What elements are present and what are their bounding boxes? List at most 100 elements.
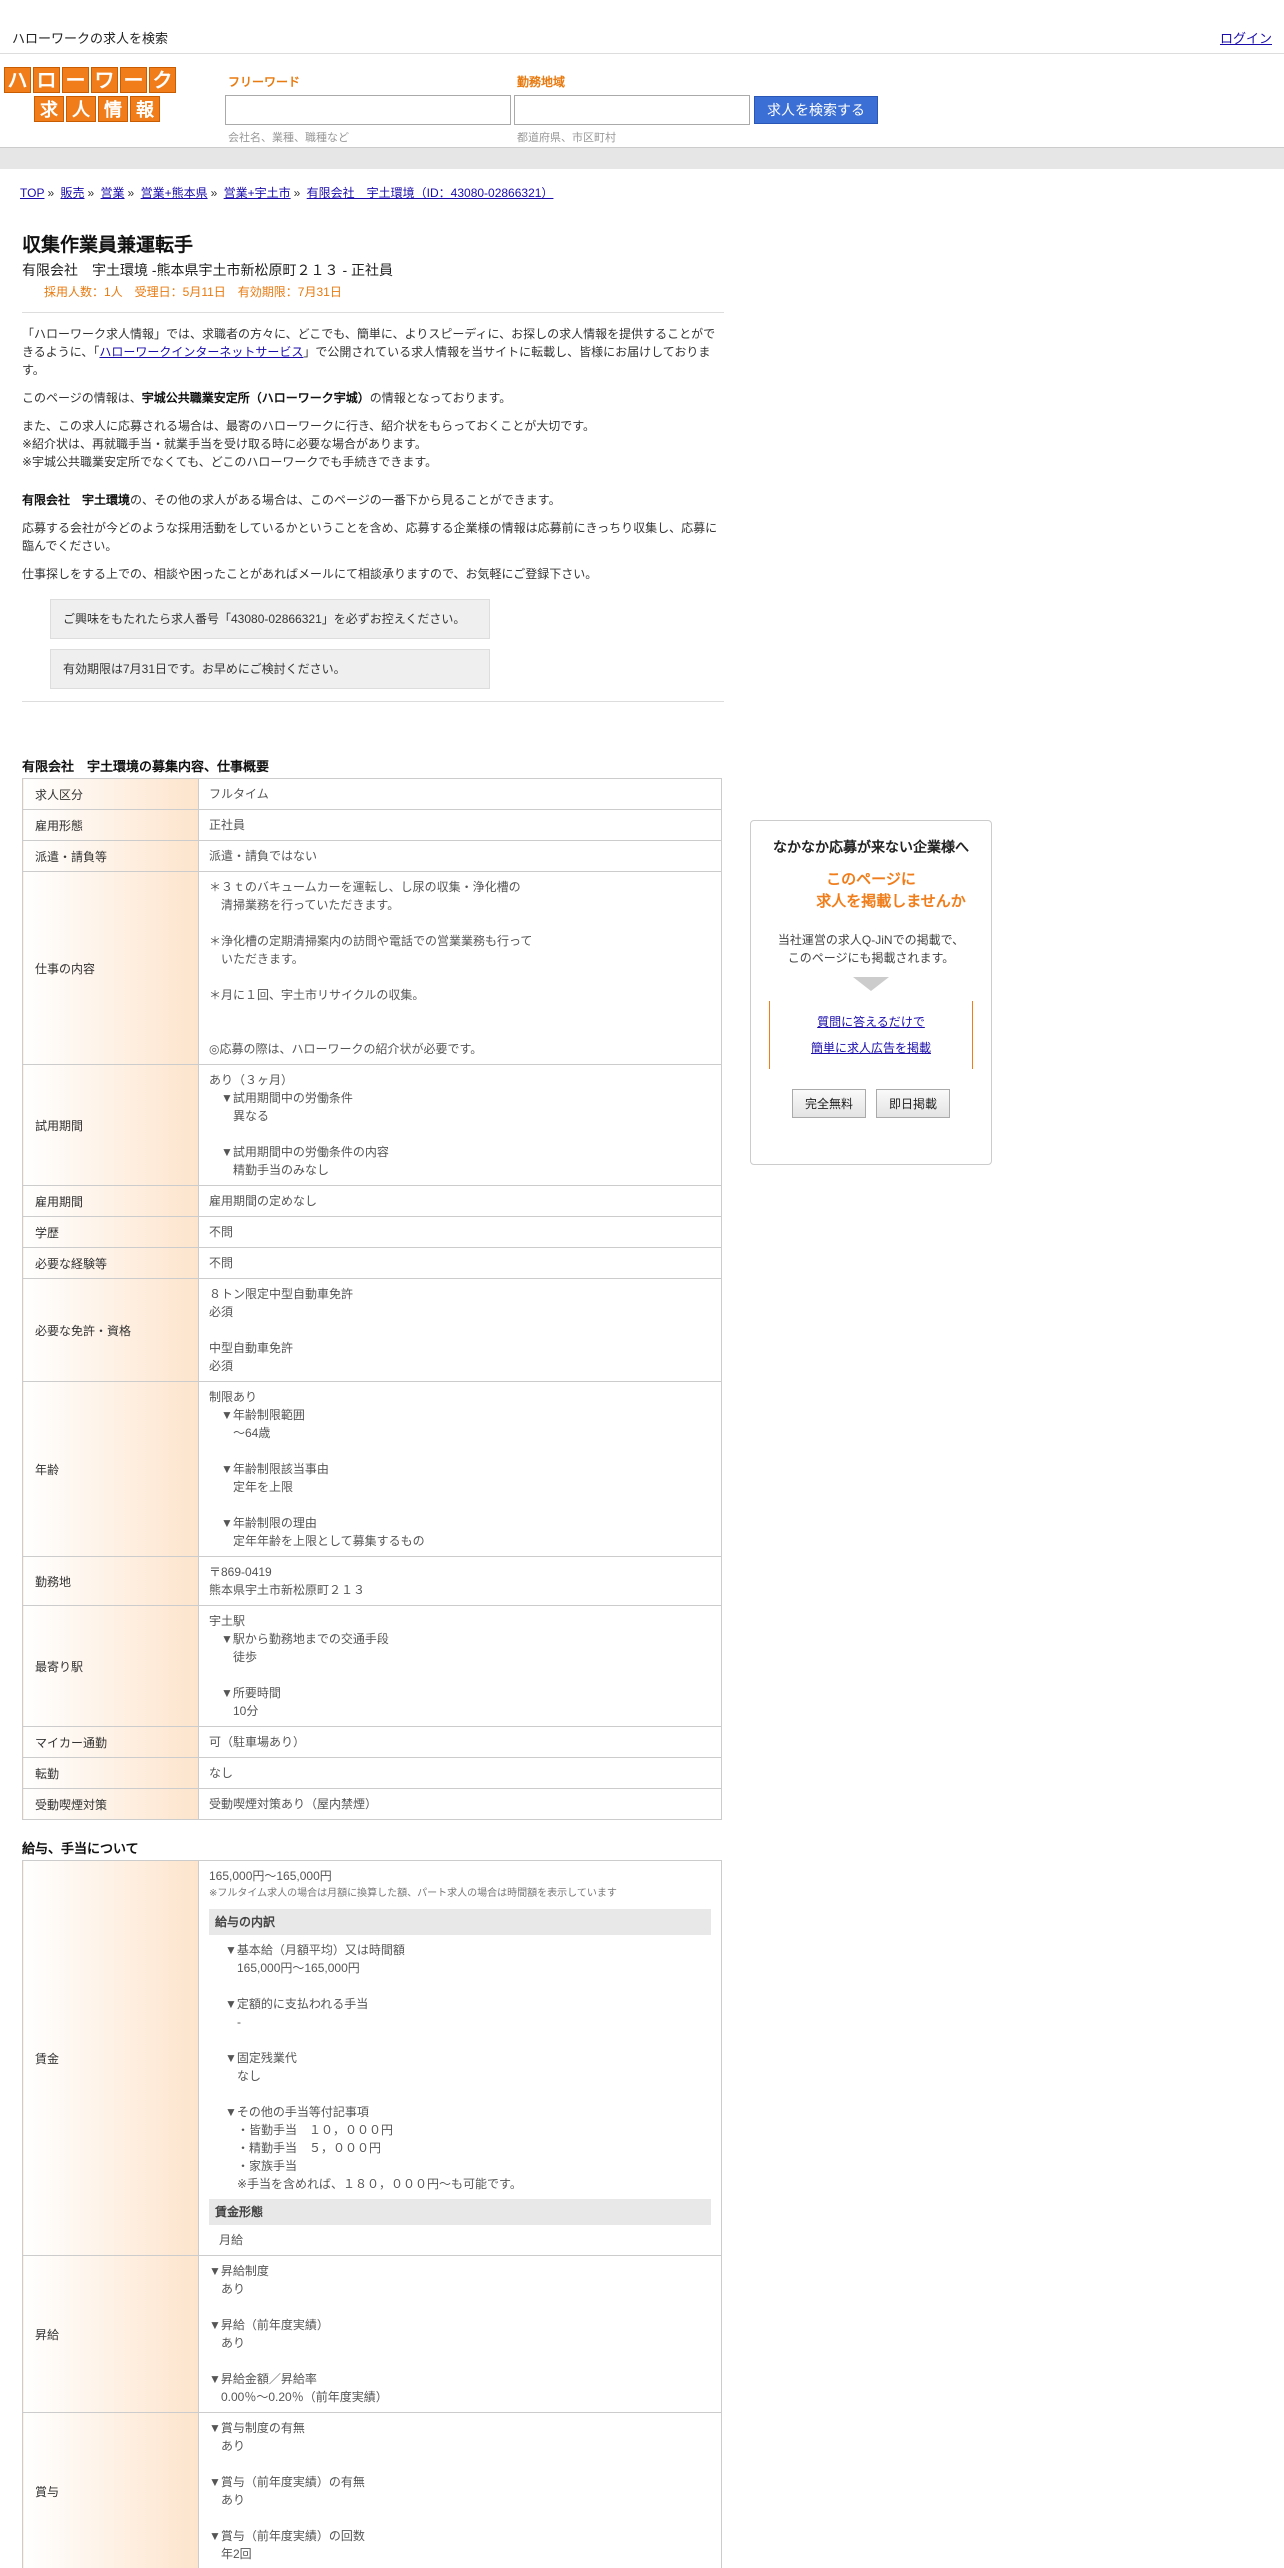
area-input[interactable] bbox=[514, 95, 750, 125]
hellowork-internet-link[interactable]: ハローワークインターネットサービス bbox=[99, 345, 303, 359]
office-name: 宇城公共職業安定所（ハローワーク宇城） bbox=[141, 391, 370, 405]
row-label: 勤務地 bbox=[22, 1556, 199, 1606]
table-row: 勤務地 〒869-0419 熊本県宇土市新松原町２１３ bbox=[22, 1556, 722, 1606]
ad-link-answer[interactable]: 質問に答えるだけで bbox=[770, 1009, 972, 1035]
row-value: フルタイム bbox=[198, 778, 722, 810]
table-row: マイカー通勤 可（駐車場あり） bbox=[22, 1726, 722, 1758]
row-value: 不問 bbox=[198, 1216, 722, 1248]
same-day-button[interactable]: 即日掲載 bbox=[876, 1089, 951, 1118]
salary-heading: 給与、手当について bbox=[22, 1841, 139, 1856]
row-label: 最寄り駅 bbox=[22, 1605, 199, 1727]
row-value: ８トン限定中型自動車免許 必須 中型自動車免許 必須 bbox=[198, 1278, 722, 1382]
row-label: 求人区分 bbox=[22, 778, 199, 810]
divider bbox=[22, 701, 724, 702]
intro-paragraph-1: 「ハローワーク求人情報」では、求職者の方々に、どこでも、簡単に、よりスピーディに… bbox=[22, 325, 724, 379]
table-row: 年齢 制限あり ▼年齢制限範囲 〜64歳 ▼年齢制限該当事由 定年を上限 ▼年齢制… bbox=[22, 1381, 722, 1557]
intro-paragraph-6: 仕事探しをする上での、相談や困ったことがあればメールにて相談承りますので、お気軽… bbox=[22, 567, 598, 581]
logo-bottom-row: 求 人 情 報 bbox=[4, 96, 180, 122]
wage-note: ※フルタイム求人の場合は月額に換算した額、パート求人の場合は時間額を表示していま… bbox=[209, 1888, 617, 1899]
intro-paragraph-5: 応募する会社が今どのような採用活動をしているかということを含め、応募する企業様の… bbox=[22, 521, 718, 553]
salary-table: 賃金 165,000円〜165,000円 ※フルタイム求人の場合は月額に換算した… bbox=[22, 1860, 722, 2568]
table-row: 昇給 ▼昇給制度 あり ▼昇給（前年度実績） あり ▼昇給金額／昇給率 0.00… bbox=[22, 2255, 722, 2413]
intro-paragraph-3: また、この求人に応募される場合は、最寄のハローワークに行き、紹介状をもらっておく… bbox=[22, 419, 596, 469]
table-row: 受動喫煙対策 受動喫煙対策あり（屋内禁煙） bbox=[22, 1788, 722, 1820]
job-subtitle: 有限会社 宇土環境 -熊本県宇土市新松原町２１３ - 正社員 bbox=[22, 262, 393, 278]
job-title: 収集作業員兼運転手 bbox=[22, 235, 194, 256]
table-row: 転勤 なし bbox=[22, 1757, 722, 1789]
ad-headline-line: 求人を掲載しませんか bbox=[816, 893, 966, 910]
login-link[interactable]: ログイン bbox=[1220, 28, 1272, 47]
row-label: 雇用形態 bbox=[22, 809, 199, 841]
row-value: 受動喫煙対策あり（屋内禁煙） bbox=[198, 1788, 722, 1820]
breadcrumb-eigyo-kumamoto[interactable]: 営業+熊本県 bbox=[141, 186, 208, 200]
intro-paragraph-4: 有限会社 宇土環境の、その他の求人がある場合は、このページの一番下から見ることが… bbox=[22, 491, 724, 509]
job-meta: 採用人数：1人 受理日：5月11日 有効期限：7月31日 bbox=[44, 285, 342, 299]
table-row: 賃金 165,000円〜165,000円 ※フルタイム求人の場合は月額に換算した… bbox=[22, 1860, 722, 2256]
row-label: マイカー通勤 bbox=[22, 1726, 199, 1758]
keyword-label: フリーワード bbox=[228, 75, 301, 89]
site-title: ハローワークの求人を検索 bbox=[12, 31, 169, 46]
notice-job-number: ご興味をもたれたら求人番号「43080-02866321」を必ずお控えください。 bbox=[50, 599, 490, 639]
table-row: 必要な経験等 不問 bbox=[22, 1247, 722, 1279]
free-button[interactable]: 完全無料 bbox=[791, 1089, 866, 1118]
row-value: 〒869-0419 熊本県宇土市新松原町２１３ bbox=[198, 1556, 722, 1606]
logo-char: 報 bbox=[130, 96, 160, 122]
logo-char: ロ bbox=[33, 67, 60, 93]
logo-char: ー bbox=[120, 67, 147, 93]
ad-title: なかなか応募が来ない企業様へ bbox=[773, 839, 969, 855]
search-header: ハ ロ ー ワ ー ク 求 人 情 報 フリーワード 会社名、業種、職種など 勤… bbox=[0, 55, 1284, 147]
main-content: 収集作業員兼運転手 有限会社 宇土環境 -熊本県宇土市新松原町２１３ - 正社員… bbox=[22, 230, 724, 2568]
wage-form-value: 月給 bbox=[219, 2233, 244, 2247]
logo-char: ハ bbox=[4, 67, 31, 93]
table-row: 必要な免許・資格 ８トン限定中型自動車免許 必須 中型自動車免許 必須 bbox=[22, 1278, 722, 1382]
intro-text: このページの情報は、 bbox=[22, 391, 142, 405]
breadcrumb-eigyo-uto[interactable]: 営業+宇土市 bbox=[224, 186, 291, 200]
area-hint: 都道府県、市区町村 bbox=[517, 132, 616, 144]
table-row: 仕事の内容 ＊３ｔのバキュームカーを運転し、し尿の収集・浄化槽の 清掃業務を行って… bbox=[22, 871, 722, 1065]
logo-top-row: ハ ロ ー ワ ー ク bbox=[4, 67, 180, 93]
logo-char: ー bbox=[62, 67, 89, 93]
row-value: 可（駐車場あり） bbox=[198, 1726, 722, 1758]
ad-link-post[interactable]: 簡単に求人広告を掲載 bbox=[770, 1035, 972, 1061]
row-label: 雇用期間 bbox=[22, 1185, 199, 1217]
row-value: なし bbox=[198, 1757, 722, 1789]
advertise-box: なかなか応募が来ない企業様へ このページに 求人を掲載しませんか 当社運営の求人… bbox=[750, 820, 992, 1165]
logo-char: ク bbox=[149, 67, 176, 93]
overview-table: 求人区分 フルタイム 雇用形態 正社員 派遣・請負等 派遣・請負ではない 仕事の内容 ＊３ｔの… bbox=[22, 778, 722, 1820]
logo-char: 求 bbox=[34, 96, 64, 122]
row-label: 賃金 bbox=[22, 1860, 199, 2256]
table-row: 雇用期間 雇用期間の定めなし bbox=[22, 1185, 722, 1217]
breadcrumb: TOP» 販売» 営業» 営業+熊本県» 営業+宇土市» 有限会社 宇土環境（I… bbox=[20, 186, 554, 200]
logo-char: 情 bbox=[98, 96, 128, 122]
intro-text: の、その他の求人がある場合は、このページの一番下から見ることができます。 bbox=[130, 493, 561, 507]
breadcrumb-company[interactable]: 有限会社 宇土環境（ID：43080-02866321） bbox=[307, 186, 554, 200]
row-value: 雇用期間の定めなし bbox=[198, 1185, 722, 1217]
breakdown-text: ▼基本給（月額平均）又は時間額 165,000円〜165,000円 ▼定額的に支… bbox=[225, 1943, 522, 2191]
row-label: 派遣・請負等 bbox=[22, 840, 199, 872]
table-row: 派遣・請負等 派遣・請負ではない bbox=[22, 840, 722, 872]
top-bar: ハローワークの求人を検索 ログイン bbox=[0, 0, 1284, 54]
row-value: 宇土駅 ▼駅から勤務地までの交通手段 徒歩 ▼所要時間 10分 bbox=[198, 1605, 722, 1727]
hellowork-logo[interactable]: ハ ロ ー ワ ー ク 求 人 情 報 bbox=[4, 67, 180, 125]
logo-char: 人 bbox=[66, 96, 96, 122]
row-value: あり（３ヶ月） ▼試用期間中の労働条件 異なる ▼試用期間中の労働条件の内容 精… bbox=[198, 1064, 722, 1186]
table-row: 最寄り駅 宇土駅 ▼駅から勤務地までの交通手段 徒歩 ▼所要時間 10分 bbox=[22, 1605, 722, 1727]
breadcrumb-top[interactable]: TOP bbox=[20, 186, 44, 200]
breadcrumb-eigyo[interactable]: 営業 bbox=[101, 186, 125, 200]
row-value: 正社員 bbox=[198, 809, 722, 841]
table-row: 学歴 不問 bbox=[22, 1216, 722, 1248]
search-button[interactable]: 求人を検索する bbox=[754, 96, 878, 124]
row-label: 必要な免許・資格 bbox=[22, 1278, 199, 1382]
keyword-input[interactable] bbox=[225, 95, 511, 125]
table-row: 雇用形態 正社員 bbox=[22, 809, 722, 841]
ad-description: 当社運営の求人Q-JiNでの掲載で、 このページにも掲載されます。 bbox=[777, 933, 965, 965]
overview-heading: 有限会社 宇土環境の募集内容、仕事概要 bbox=[22, 759, 270, 774]
table-row: 賞与 ▼賞与制度の有無 あり ▼賞与（前年度実績）の有無 あり ▼賞与（前年度実… bbox=[22, 2412, 722, 2568]
row-label: 学歴 bbox=[22, 1216, 199, 1248]
table-row: 求人区分 フルタイム bbox=[22, 778, 722, 810]
row-value: 制限あり ▼年齢制限範囲 〜64歳 ▼年齢制限該当事由 定年を上限 ▼年齢制限の… bbox=[198, 1381, 722, 1557]
company-name: 有限会社 宇土環境 bbox=[22, 493, 131, 507]
row-value: ＊３ｔのバキュームカーを運転し、し尿の収集・浄化槽の 清掃業務を行っていただきま… bbox=[198, 871, 722, 1065]
breadcrumb-sales[interactable]: 販売 bbox=[60, 186, 84, 200]
ad-headline-line: このページに bbox=[826, 871, 916, 888]
